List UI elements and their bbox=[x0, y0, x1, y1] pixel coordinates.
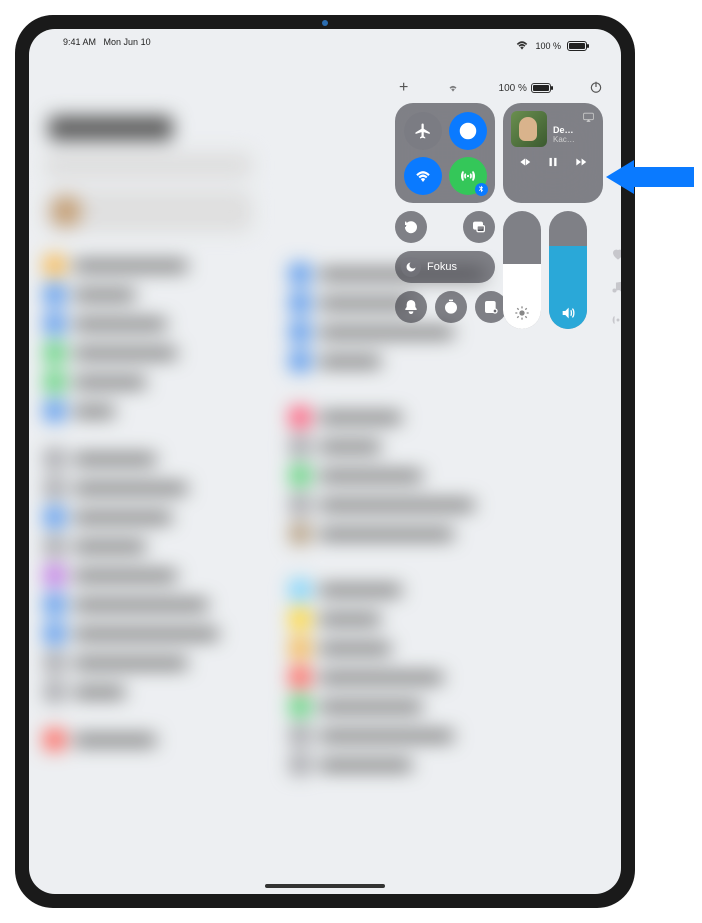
prev-track-button[interactable] bbox=[518, 155, 532, 171]
cellular-toggle[interactable] bbox=[449, 157, 487, 195]
battery-icon bbox=[567, 41, 587, 51]
speaker-icon bbox=[549, 305, 587, 321]
album-art bbox=[511, 111, 547, 147]
brightness-slider[interactable] bbox=[503, 211, 541, 329]
play-pause-button[interactable] bbox=[546, 155, 560, 171]
media-artist: Kacey Musgrave bbox=[553, 135, 576, 144]
sun-icon bbox=[503, 305, 541, 321]
wifi-toggle[interactable] bbox=[404, 157, 442, 195]
cc-battery-status: 100 % bbox=[499, 83, 551, 94]
next-track-button[interactable] bbox=[574, 155, 588, 171]
home-indicator[interactable] bbox=[265, 884, 385, 888]
timer-button[interactable] bbox=[435, 291, 467, 323]
status-date: Mon Jun 10 bbox=[104, 37, 151, 47]
callout-arrow bbox=[606, 160, 694, 194]
ipad-frame: 9:41 AM Mon Jun 10 100 % + 100 % bbox=[15, 15, 635, 908]
airplane-mode-toggle[interactable] bbox=[404, 112, 442, 150]
focus-button[interactable]: Fokus bbox=[395, 251, 495, 283]
battery-percent: 100 % bbox=[535, 41, 561, 51]
status-time: 9:41 AM bbox=[63, 37, 96, 47]
power-button[interactable] bbox=[589, 80, 603, 97]
wifi-indicator-icon bbox=[446, 82, 460, 95]
moon-icon bbox=[401, 257, 421, 277]
now-playing-tile[interactable]: Deeper Well Kacey Musgrave bbox=[503, 103, 603, 203]
front-camera-dot bbox=[322, 20, 328, 26]
silent-mode-button[interactable] bbox=[395, 291, 427, 323]
add-control-button[interactable]: + bbox=[399, 79, 408, 97]
media-title: Deeper Well bbox=[553, 125, 576, 135]
airdrop-toggle[interactable] bbox=[449, 112, 487, 150]
control-center: + 100 % bbox=[395, 79, 607, 329]
screen: 9:41 AM Mon Jun 10 100 % + 100 % bbox=[29, 29, 621, 894]
focus-label: Fokus bbox=[427, 261, 457, 273]
music-note-icon bbox=[611, 280, 621, 299]
heart-icon bbox=[611, 247, 621, 266]
screen-mirroring-button[interactable] bbox=[463, 211, 495, 243]
airplay-icon[interactable] bbox=[582, 111, 595, 126]
wifi-status-icon bbox=[515, 40, 529, 52]
rotation-lock-button[interactable] bbox=[395, 211, 427, 243]
signal-icon bbox=[611, 313, 621, 332]
connectivity-tile[interactable] bbox=[395, 103, 495, 203]
stage-manager-shelf bbox=[611, 247, 621, 332]
volume-slider[interactable] bbox=[549, 211, 587, 329]
bluetooth-badge-icon bbox=[475, 183, 488, 196]
status-bar: 9:41 AM Mon Jun 10 100 % bbox=[29, 37, 621, 55]
